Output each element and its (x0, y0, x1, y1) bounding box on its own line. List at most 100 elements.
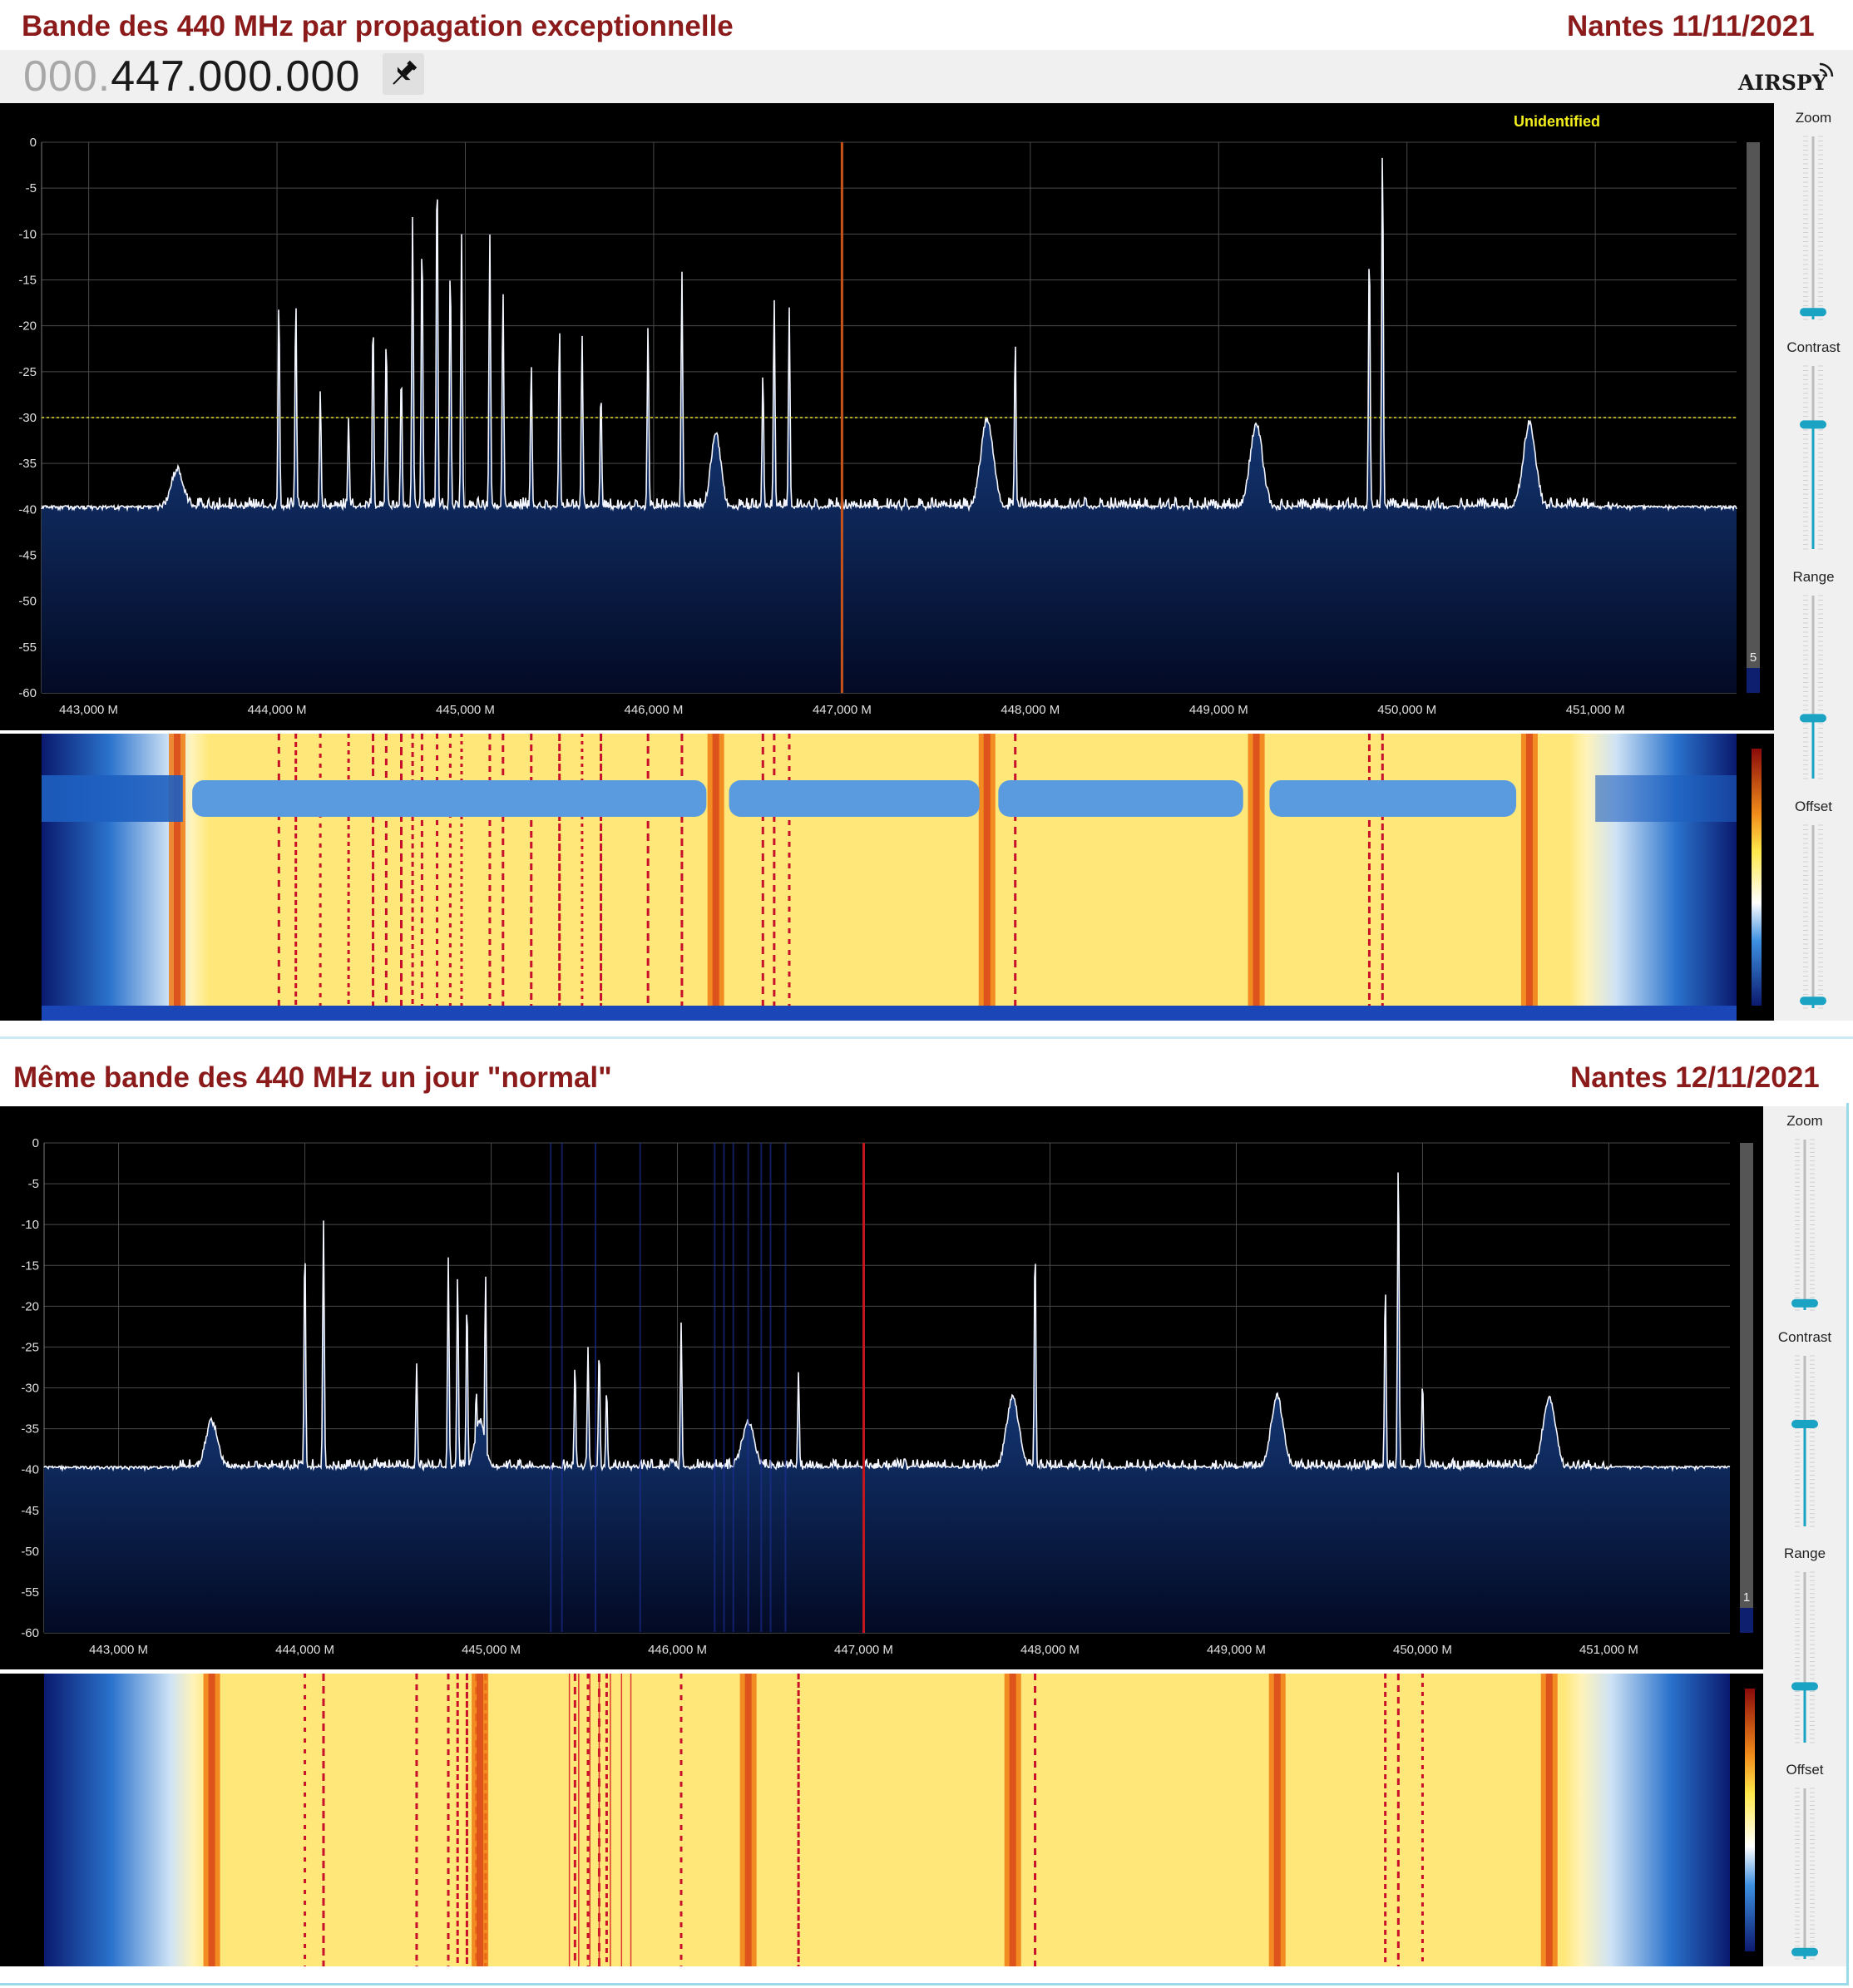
x-tick-label: 446,000 M (648, 1643, 707, 1657)
y-tick-label: -10 (18, 227, 37, 241)
signal-bar-value: 5 (1750, 650, 1757, 665)
y-tick-label: -10 (21, 1218, 39, 1232)
x-tick-label: 447,000 M (834, 1643, 893, 1657)
slider-thumb (1791, 1682, 1818, 1691)
slider-contrast[interactable] (1780, 1351, 1830, 1538)
x-tick-label: 450,000 M (1393, 1643, 1452, 1657)
y-tick-label: -20 (18, 319, 37, 334)
top-waterfall-panel[interactable] (0, 734, 1774, 1021)
slider-offset[interactable] (1780, 1783, 1830, 1971)
top-caption-date: Nantes 11/11/2021 (1567, 10, 1815, 42)
bottom-spectrum-chart: 0 -5 -10 -15 -20 -25 -30 -35 -40 -45 -50 -55 -60 443,… (21, 1136, 1753, 1657)
control-label-offset: Offset (1786, 1762, 1824, 1778)
x-tick-label: 443,000 M (89, 1643, 148, 1657)
x-tick-label: 448,000 M (1001, 703, 1060, 717)
screenshot-divider (0, 1036, 1853, 1039)
control-label-offset: Offset (1794, 799, 1833, 814)
y-tick-label: -25 (21, 1340, 39, 1354)
control-label-range: Range (1783, 1545, 1826, 1561)
bottom-spectrum-panel[interactable]: 0 -5 -10 -15 -20 -25 -30 -35 -40 -45 -50 -55 -60 443,… (0, 1106, 1763, 1669)
slider-range[interactable] (1780, 1567, 1830, 1754)
y-tick-label: -45 (18, 549, 37, 563)
y-tick-label: -60 (21, 1626, 39, 1640)
slider-thumb (1791, 1420, 1818, 1428)
waterfall-left-margin (0, 734, 42, 1021)
bottom-frame-right (1846, 1103, 1849, 1985)
frequency-readout-value: 447.000.000 (111, 52, 361, 101)
signal-bar-level (1740, 1608, 1753, 1633)
waterfall-left-margin (0, 1674, 44, 1966)
pin-icon (393, 60, 418, 85)
waterfall-band-core (744, 1674, 752, 1966)
control-label-zoom: Zoom (1795, 110, 1832, 126)
control-label-contrast: Contrast (1786, 339, 1841, 355)
y-tick-label: -35 (21, 1422, 39, 1437)
x-tick-label: 445,000 M (462, 1643, 521, 1657)
signal-bar-track (1747, 142, 1760, 693)
y-tick-label: 0 (32, 1136, 39, 1150)
x-tick-label: 449,000 M (1207, 1643, 1266, 1657)
slider-zoom[interactable] (1788, 131, 1838, 331)
x-tick-label: 445,000 M (436, 703, 495, 717)
y-tick-label: -30 (21, 1382, 39, 1396)
y-tick-label: -55 (21, 1585, 39, 1600)
slider-thumb (1800, 308, 1826, 317)
waterfall-gap-segment (998, 780, 1243, 817)
y-tick-label: -15 (18, 274, 37, 288)
frequency-readout-prefix: 000. (23, 52, 111, 101)
waterfall-gap-segment (192, 780, 707, 817)
waterfall-band-core (1253, 734, 1260, 1021)
x-tick-label: 446,000 M (624, 703, 683, 717)
x-tick-label: 444,000 M (248, 703, 307, 717)
top-spectrum-panel[interactable]: 0 -5 -10 -15 -20 -25 -30 -35 -40 -45 -50 -55 -60 443,… (0, 103, 1774, 730)
signal-bar-track (1740, 1143, 1753, 1633)
waterfall-band-core (983, 734, 991, 1021)
y-tick-label: -40 (18, 502, 37, 517)
spectrum-fill (44, 1172, 1730, 1633)
y-tick-label: -30 (18, 411, 37, 425)
y-tick-label: -45 (21, 1504, 39, 1518)
waterfall-gap-segment (729, 780, 980, 817)
slider-offset[interactable] (1788, 820, 1838, 1020)
control-label-contrast: Contrast (1777, 1329, 1832, 1345)
waterfall-color-scale (1752, 749, 1762, 1006)
waterfall-gap-segment (1269, 780, 1517, 817)
control-label-range: Range (1792, 569, 1835, 585)
x-tick-label: 451,000 M (1566, 703, 1625, 717)
y-tick-label: -50 (21, 1545, 39, 1559)
bottom-waterfall (0, 1674, 1755, 1966)
signal-scale-bar: 1 (1740, 1143, 1753, 1633)
y-tick-label: -25 (18, 365, 37, 379)
y-tick-label: -5 (26, 181, 37, 195)
y-tick-label: -35 (18, 457, 37, 471)
control-label-zoom: Zoom (1786, 1113, 1823, 1129)
slider-thumb (1800, 996, 1826, 1006)
y-tick-label: -55 (18, 640, 37, 655)
x-tick-label: 449,000 M (1189, 703, 1248, 717)
waterfall-band-core (477, 1674, 484, 1966)
bottom-caption-date: Nantes 12/11/2021 (1570, 1061, 1820, 1094)
frequency-bar: 000.447.000.000 AIRSPY (0, 50, 1853, 103)
unidentified-label: Unidentified (1514, 113, 1600, 130)
slider-range[interactable] (1788, 591, 1838, 790)
waterfall-band-core (1545, 1674, 1553, 1966)
waterfall-color-scale (1745, 1689, 1755, 1951)
slider-contrast[interactable] (1788, 361, 1838, 561)
pin-button[interactable] (383, 53, 424, 95)
bottom-frame-bottom (0, 1983, 1849, 1986)
slider-zoom[interactable] (1780, 1135, 1830, 1322)
waterfall-band-core (208, 1674, 215, 1966)
x-tick-label: 451,000 M (1579, 1643, 1638, 1657)
y-tick-label: -5 (28, 1177, 39, 1191)
frequency-readout[interactable]: 000.447.000.000 (23, 52, 360, 101)
waterfall-gap (1595, 775, 1737, 822)
spectrum-fill (42, 157, 1737, 693)
waterfall-band-core (1273, 1674, 1281, 1966)
slider-thumb (1800, 714, 1826, 723)
top-controls-panel: Zoom Contrast Range Offset (1774, 103, 1853, 1021)
bottom-controls-panel: Zoom Contrast Range Offset (1763, 1106, 1846, 1966)
signal-bar-value: 1 (1743, 1590, 1750, 1605)
signal-bar-level (1747, 668, 1760, 693)
spectrum-trace (43, 1172, 1731, 1472)
bottom-waterfall-panel[interactable] (0, 1674, 1763, 1966)
